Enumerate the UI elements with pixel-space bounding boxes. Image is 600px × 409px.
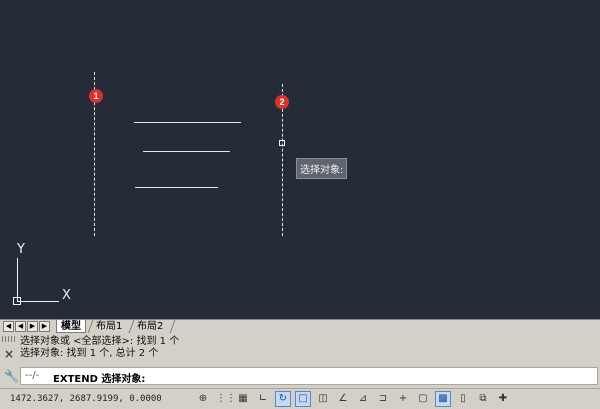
grid-icon[interactable]: ▦: [235, 391, 251, 407]
ucs-x-label: X: [62, 288, 71, 303]
ucs-origin-box: [13, 297, 21, 305]
command-window: × 🔧 选择对象或 <全部选择>: 找到 1 个 选择对象: 找到 1 个, 总…: [0, 333, 600, 388]
marker-2-badge: 2: [275, 95, 289, 109]
ortho-icon[interactable]: ∟: [255, 391, 271, 407]
dyn-icon[interactable]: ⊐: [375, 391, 391, 407]
coordinate-readout[interactable]: 1472.3627, 2687.9199, 0.0000: [10, 394, 162, 404]
line-segment-3[interactable]: [135, 187, 218, 188]
command-prompt-text: EXTEND 选择对象:: [53, 374, 146, 385]
tab-layout2[interactable]: 布局2: [133, 320, 167, 333]
ucs-y-axis: [17, 258, 18, 302]
history-line: 选择对象或 <全部选择>: 找到 1 个: [20, 336, 180, 347]
last-tab-button[interactable]: ▶: [39, 321, 50, 332]
history-line: 选择对象: 找到 1 个, 总计 2 个: [20, 348, 159, 359]
status-bar: 1472.3627, 2687.9199, 0.0000 ⊕ ⋮⋮ ▦ ∟ ↻ □ ◫ ∠ ⊿ ⊐…: [0, 388, 600, 409]
add-icon[interactable]: ✚: [495, 391, 511, 407]
otrack-icon[interactable]: ∠: [335, 391, 351, 407]
lineweight-icon[interactable]: +: [395, 391, 411, 407]
ucs-y-label: Y: [17, 242, 25, 257]
selection-tooltip: 选择对象:: [296, 158, 348, 179]
wrench-icon[interactable]: 🔧: [4, 369, 19, 383]
command-prompt-icon[interactable]: --/-: [25, 370, 39, 381]
ucs-x-axis: [17, 301, 59, 302]
snap-icon[interactable]: ⋮⋮: [215, 391, 236, 407]
layout-tab-bar: ◀ ◀ ▶ ▶ 模型 布局1 布局2: [0, 319, 600, 333]
polar-icon[interactable]: ↻: [275, 391, 291, 407]
first-tab-button[interactable]: ◀: [3, 321, 14, 332]
pickbox-cursor-icon: [279, 140, 285, 146]
tab-layout1[interactable]: 布局1: [92, 320, 126, 333]
line-segment-2[interactable]: [143, 151, 230, 152]
transparency-icon[interactable]: ▢: [415, 391, 431, 407]
grip-handle-icon[interactable]: [2, 336, 16, 342]
selection-cycling-icon[interactable]: ▯: [455, 391, 471, 407]
line-segment-1[interactable]: [134, 122, 241, 123]
tab-divider: [169, 320, 176, 333]
quick-properties-icon[interactable]: ▩: [435, 391, 451, 407]
annotation-monitor-icon[interactable]: ⧉: [475, 391, 491, 407]
next-tab-button[interactable]: ▶: [27, 321, 38, 332]
ducs-icon[interactable]: ⊿: [355, 391, 371, 407]
3d-osnap-icon[interactable]: ◫: [315, 391, 331, 407]
prev-tab-button[interactable]: ◀: [15, 321, 26, 332]
model-space-icon[interactable]: ⊕: [195, 391, 211, 407]
marker-1-badge: 1: [89, 89, 103, 103]
osnap-icon[interactable]: □: [295, 391, 311, 407]
drawing-canvas[interactable]: 1 2 选择对象: Y X: [0, 0, 600, 320]
command-input[interactable]: --/- EXTEND 选择对象:: [20, 367, 598, 385]
close-icon[interactable]: ×: [4, 347, 14, 361]
tab-model[interactable]: 模型: [56, 320, 86, 333]
command-history: 选择对象或 <全部选择>: 找到 1 个 选择对象: 找到 1 个, 总计 2 …: [20, 336, 598, 366]
